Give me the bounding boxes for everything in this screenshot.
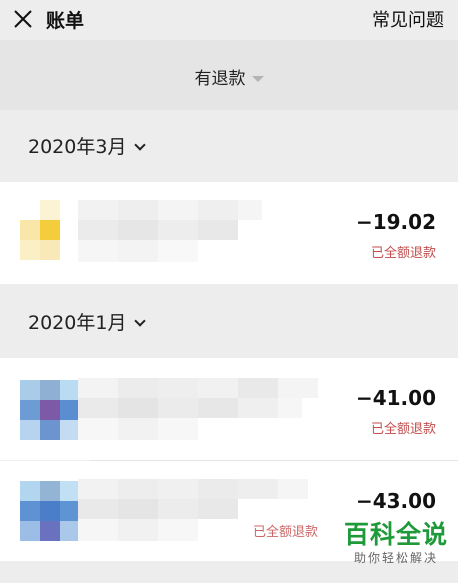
- refund-status: 已全额退款: [252, 525, 318, 540]
- month-selector[interactable]: 2020年3月: [28, 132, 147, 159]
- watermark-title: 百科全说: [343, 520, 448, 549]
- caret-down-icon: [251, 76, 264, 82]
- filter-label: 有退款: [194, 69, 246, 89]
- chevron-down-icon: [134, 139, 147, 151]
- close-icon[interactable]: [12, 8, 34, 30]
- refund-status: 已全额退款: [370, 246, 436, 261]
- filter-bar: 有退款: [0, 40, 458, 110]
- merchant-avatar-icon: [20, 481, 80, 541]
- watermark-subtitle: 助你轻松解决: [353, 551, 438, 565]
- page-title: 账单: [46, 10, 85, 32]
- refund-status: 已全额退款: [370, 422, 436, 437]
- list-item[interactable]: −41.00 已全额退款: [0, 358, 458, 460]
- month-header[interactable]: 2020年3月: [0, 110, 458, 182]
- bill-screen: 账单 常见问题 有退款 2020年3月 −19.02 已全额退款 2020年1月…: [0, 0, 458, 583]
- transaction-amount: −43.00: [355, 489, 436, 513]
- list-item[interactable]: −19.02 已全额退款: [0, 182, 458, 284]
- month-label: 2020年1月: [28, 312, 127, 334]
- month-selector[interactable]: 2020年1月: [28, 308, 147, 335]
- month-header[interactable]: 2020年1月: [0, 284, 458, 358]
- top-bar: 账单 常见问题: [0, 0, 458, 40]
- merchant-avatar-icon: [20, 200, 60, 260]
- refund-filter-dropdown[interactable]: 有退款: [0, 64, 458, 89]
- month-label: 2020年3月: [28, 136, 127, 158]
- transaction-amount: −41.00: [355, 386, 436, 410]
- blurred-merchant-name: [78, 378, 322, 440]
- chevron-down-icon: [134, 315, 147, 327]
- faq-link[interactable]: 常见问题: [372, 6, 444, 32]
- watermark-logo: 百科全说 助你轻松解决: [344, 520, 448, 566]
- merchant-avatar-icon: [20, 380, 80, 440]
- blurred-merchant-name: [78, 200, 262, 262]
- transaction-amount: −19.02: [355, 210, 436, 234]
